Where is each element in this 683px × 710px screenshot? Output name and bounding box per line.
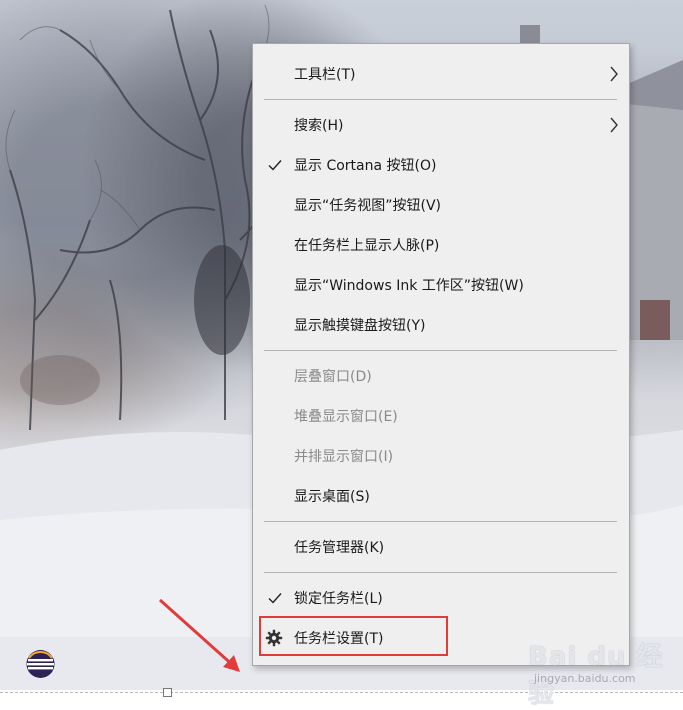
menu-item-label: 在任务栏上显示人脉(P)	[294, 238, 440, 254]
menu-item-label: 堆叠显示窗口(E)	[294, 409, 398, 425]
checkmark-icon	[268, 160, 282, 171]
menu-item-cascade-windows: 层叠窗口(D)	[253, 359, 629, 393]
checkmark-icon	[268, 593, 282, 604]
menu-item-show-task-view[interactable]: 显示“任务视图”按钮(V)	[253, 188, 629, 222]
menu-item-toolbars[interactable]: 工具栏(T)	[253, 57, 629, 91]
menu-item-show-windows-ink[interactable]: 显示“Windows Ink 工作区”按钮(W)	[253, 268, 629, 302]
menu-separator	[264, 350, 617, 351]
menu-item-label: 显示 Cortana 按钮(O)	[294, 158, 437, 174]
annotation-highlight-box	[259, 616, 448, 656]
menu-item-label: 显示触摸键盘按钮(Y)	[294, 318, 426, 334]
annotation-arrow-icon	[158, 598, 240, 672]
menu-item-show-people[interactable]: 在任务栏上显示人脉(P)	[253, 228, 629, 262]
menu-item-lock-taskbar[interactable]: 锁定任务栏(L)	[253, 581, 629, 615]
eclipse-icon[interactable]	[24, 649, 57, 679]
menu-item-label: 显示“任务视图”按钮(V)	[294, 198, 442, 214]
menu-item-task-manager[interactable]: 任务管理器(K)	[253, 530, 629, 564]
menu-item-label: 层叠窗口(D)	[294, 369, 372, 385]
menu-item-stack-windows: 堆叠显示窗口(E)	[253, 399, 629, 433]
menu-item-label: 任务管理器(K)	[294, 540, 385, 556]
watermark: Bai du 经验 jingyan.baidu.com	[520, 632, 680, 709]
menu-item-show-desktop[interactable]: 显示桌面(S)	[253, 479, 629, 513]
menu-item-search[interactable]: 搜索(H)	[253, 108, 629, 142]
chevron-right-icon	[610, 117, 618, 133]
watermark-url: jingyan.baidu.com	[534, 672, 636, 685]
menu-item-label: 并排显示窗口(I)	[294, 449, 394, 465]
selection-handle[interactable]	[163, 688, 172, 697]
menu-item-label: 显示“Windows Ink 工作区”按钮(W)	[294, 278, 524, 294]
menu-separator	[264, 521, 617, 522]
menu-item-show-cortana[interactable]: 显示 Cortana 按钮(O)	[253, 148, 629, 182]
taskbar-context-menu: 工具栏(T) 搜索(H) 显示 Cortana 按钮(O) 显示“任务视图”按钮…	[252, 43, 630, 666]
menu-separator	[264, 99, 617, 100]
menu-item-side-by-side-windows: 并排显示窗口(I)	[253, 439, 629, 473]
menu-item-show-touch-keyboard[interactable]: 显示触摸键盘按钮(Y)	[253, 308, 629, 342]
menu-item-label: 显示桌面(S)	[294, 489, 370, 505]
menu-item-label: 锁定任务栏(L)	[294, 591, 383, 607]
menu-item-label: 搜索(H)	[294, 118, 344, 134]
chevron-right-icon	[610, 66, 618, 82]
menu-separator	[264, 572, 617, 573]
menu-item-label: 工具栏(T)	[294, 67, 356, 83]
